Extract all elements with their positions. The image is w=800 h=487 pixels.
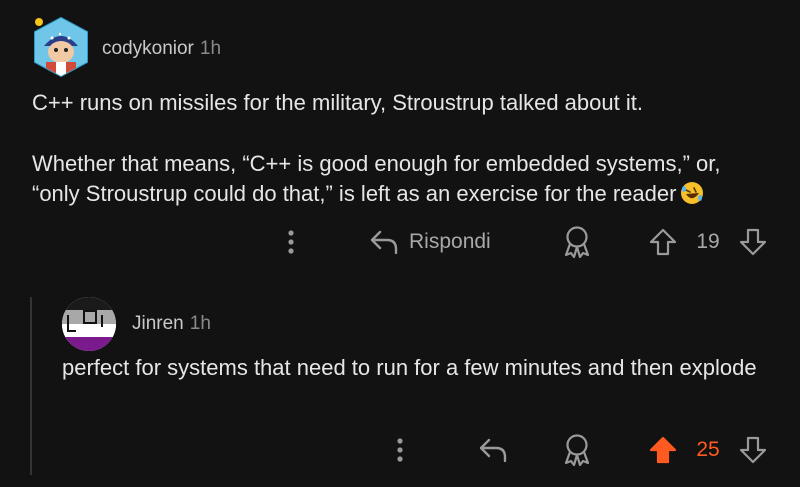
more-vertical-icon (288, 230, 294, 254)
timestamp: 1h (189, 313, 211, 334)
comment-author[interactable]: codykonior 1h (102, 38, 221, 60)
rolling-on-floor-laughing-emoji (681, 182, 704, 204)
vote-score: 25 (690, 434, 726, 466)
downvote-arrow-icon (739, 436, 767, 464)
score-value: 19 (696, 230, 720, 253)
reply-button[interactable] (476, 434, 510, 466)
comment-thread: codykonior 1h C++ runs on missiles for th… (0, 0, 800, 487)
upvote-arrow-icon (649, 228, 677, 256)
comment-body: C++ runs on missiles for the military, S… (32, 88, 772, 209)
timestamp: 1h (199, 38, 222, 59)
upvote-arrow-icon (649, 436, 677, 464)
award-icon (564, 434, 590, 467)
vote-score: 19 (690, 226, 726, 258)
downvote-button[interactable] (738, 434, 768, 466)
reply-arrow-icon (370, 230, 398, 255)
username[interactable]: codykonior (102, 38, 194, 59)
comment-paragraph: Whether that means, “C++ is good enough … (32, 149, 772, 209)
reply-button[interactable]: Rispondi (369, 226, 491, 258)
user-avatar[interactable] (62, 297, 116, 351)
score-value: 25 (696, 438, 720, 461)
downvote-arrow-icon (739, 228, 767, 256)
comment-body: perfect for systems that need to run for… (62, 355, 757, 380)
comment-text: Whether that means, “C++ is good enough … (32, 151, 721, 206)
award-button[interactable] (561, 224, 593, 260)
reply-arrow-icon (479, 438, 507, 463)
upvote-button[interactable] (648, 226, 678, 258)
award-button[interactable] (561, 432, 593, 468)
comment-actions: Rispondi 19 (0, 222, 800, 262)
downvote-button[interactable] (738, 226, 768, 258)
comment-actions: 25 (0, 430, 800, 470)
comment-author[interactable]: Jinren 1h (132, 313, 211, 335)
reply-label: Rispondi (409, 230, 491, 253)
award-icon (564, 226, 590, 259)
user-avatar[interactable] (30, 16, 92, 78)
username[interactable]: Jinren (132, 313, 184, 334)
upvote-button[interactable] (648, 434, 678, 466)
more-vertical-icon (397, 438, 403, 462)
more-options-button[interactable] (276, 226, 306, 258)
more-options-button[interactable] (385, 434, 415, 466)
comment-paragraph: C++ runs on missiles for the military, S… (32, 90, 643, 115)
